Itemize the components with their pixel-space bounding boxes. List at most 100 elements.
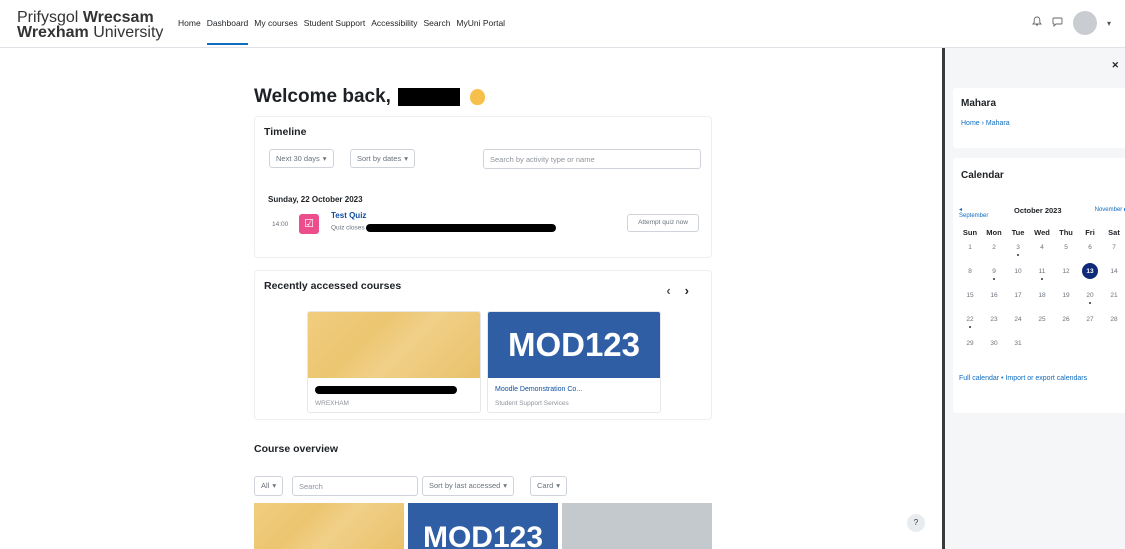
timeline-block: Timeline Next 30 days ▾ Sort by dates ▾ Se… [254,116,712,258]
calendar-day[interactable]: 28 [1102,312,1125,336]
calendar-day[interactable]: 15 [958,288,982,312]
overview-course-thumbnail[interactable] [254,503,404,549]
course-category: Student Support Services [495,400,569,407]
calendar-day[interactable]: 24 [1006,312,1030,336]
redacted-course-name [366,224,557,232]
calendar-day[interactable]: 27 [1078,312,1102,336]
overview-view-dropdown[interactable]: Card ▾ [530,476,568,496]
full-calendar-link[interactable]: Full calendar [959,375,999,382]
avatar[interactable] [1072,11,1097,35]
attempt-quiz-button[interactable]: Attempt quiz now [627,214,699,232]
waving-hand-icon [470,88,486,105]
calendar-day[interactable]: 29 [958,336,982,360]
calendar-grid: Sun Mon Tue Wed Thu Fri Sat 1 2 3 4 5 6 … [958,224,1125,360]
chat-icon[interactable] [1052,17,1063,30]
bell-icon[interactable] [1032,16,1042,30]
course-name[interactable]: Moodle Demonstration Co... [495,386,582,393]
nav-search[interactable]: Search [423,18,450,28]
user-nav: ▾ [1032,11,1111,35]
calendar-day[interactable]: 31 [1006,336,1030,360]
calendar-day[interactable]: 1 [958,240,982,264]
calendar-day[interactable]: 12 [1054,264,1078,288]
chevron-right-icon[interactable]: › [685,283,689,298]
calendar-day[interactable]: 10 [1006,264,1030,288]
calendar-day[interactable]: 17 [1006,288,1030,312]
course-thumbnail [308,312,480,378]
calendar-day[interactable]: 6 [1078,240,1102,264]
calendar-links: Full calendar • Import or export calenda… [959,373,1119,385]
overview-course-thumbnail[interactable] [562,503,712,549]
timeline-day-filter[interactable]: Next 30 days ▾ [269,149,334,168]
calendar-day[interactable]: 25 [1030,312,1054,336]
overview-filter-dropdown[interactable]: All ▾ [254,476,284,496]
calendar-prev-link[interactable]: ◂ September [959,206,988,219]
day-header: Mon [986,228,1002,237]
calendar-day[interactable]: 21 [1102,288,1125,312]
mahara-breadcrumb[interactable]: Home › Mahara [961,120,1120,127]
timeline-sort-dropdown[interactable]: Sort by dates ▾ [350,149,415,168]
calendar-day[interactable]: 30 [982,336,1006,360]
calendar-day[interactable]: 11 [1030,264,1054,288]
calendar-day[interactable]: 22 [958,312,982,336]
chevron-down-icon: ▾ [556,481,561,490]
calendar-day[interactable]: 18 [1030,288,1054,312]
overview-course-thumbnail[interactable]: MOD123 [408,503,558,549]
course-card[interactable]: MOD123 Moodle Demonstration Co... Studen… [487,311,661,413]
calendar-day[interactable]: 3 [1006,240,1030,264]
calendar-week: 15 16 17 18 19 20 21 [958,288,1125,312]
mahara-block: Mahara Home › Mahara [953,88,1125,148]
calendar-day[interactable]: 23 [982,312,1006,336]
calendar-day[interactable]: 14 [1102,264,1125,288]
calendar-day[interactable]: 26 [1054,312,1078,336]
right-block-drawer: ✕ Mahara Home › Mahara Calendar ◂ Septemb… [942,48,1125,549]
link-separator: • [1001,375,1004,382]
nav-dashboard[interactable]: Dashboard [206,18,248,45]
calendar-day[interactable]: 16 [982,288,1006,312]
quiz-icon: ☑ [299,214,319,234]
calendar-day-empty [1054,336,1078,360]
calendar-day-empty [1030,336,1054,360]
nav-myuni-portal[interactable]: MyUni Portal [456,18,505,28]
nav-home[interactable]: Home [178,18,201,28]
university-logo[interactable]: Prifysgol Wrecsam Wrexham University [17,10,163,41]
chevron-left-icon[interactable]: ‹ [666,283,670,298]
mahara-title: Mahara [961,98,997,109]
close-icon[interactable]: ✕ [1111,60,1119,71]
chevron-down-icon: ▾ [503,481,508,490]
timeline-title: Timeline [264,126,307,138]
timeline-search-input[interactable]: Search by activity type or name [483,149,701,169]
chevron-down-icon: ▾ [404,154,408,163]
overview-sort-dropdown[interactable]: Sort by last accessed ▾ [422,476,515,496]
nav-student-support[interactable]: Student Support [304,18,365,28]
import-export-link[interactable]: Import or export calendars [1005,375,1087,382]
calendar-day[interactable]: 4 [1030,240,1054,264]
calendar-week: 29 30 31 [958,336,1125,360]
carousel-nav: ‹ › [652,283,689,298]
calendar-day[interactable]: 2 [982,240,1006,264]
calendar-day[interactable]: 20 [1078,288,1102,312]
calendar-day[interactable]: 19 [1054,288,1078,312]
chevron-down-icon: ▾ [322,154,327,163]
course-category: WREXHAM [315,400,349,407]
logo-text-bold: Wrexham [17,24,89,41]
calendar-day-today[interactable]: 13 [1078,263,1102,288]
calendar-day[interactable]: 9 [982,264,1006,288]
calendar-day-headers: Sun Mon Tue Wed Thu Fri Sat [958,224,1125,240]
nav-accessibility[interactable]: Accessibility [371,18,417,28]
overview-search-input[interactable]: Search [292,476,418,496]
course-overview-title: Course overview [254,443,339,455]
chevron-down-icon[interactable]: ▾ [1107,19,1111,28]
nav-my-courses[interactable]: My courses [254,18,297,28]
calendar-day[interactable]: 5 [1054,240,1078,264]
calendar-day[interactable]: 7 [1102,240,1125,264]
event-title-link[interactable]: Test Quiz [331,211,366,220]
course-card[interactable]: WREXHAM [307,311,481,413]
page-title: Welcome back, [254,86,486,108]
help-button[interactable]: ? [907,514,925,532]
timeline-date-heading: Sunday, 22 October 2023 [268,195,363,204]
event-subtitle: Quiz closes [331,224,557,232]
calendar-next-link[interactable]: November ▸ [1095,206,1125,213]
day-header: Tue [1011,228,1025,237]
calendar-day[interactable]: 8 [958,264,982,288]
course-name[interactable] [315,386,457,394]
